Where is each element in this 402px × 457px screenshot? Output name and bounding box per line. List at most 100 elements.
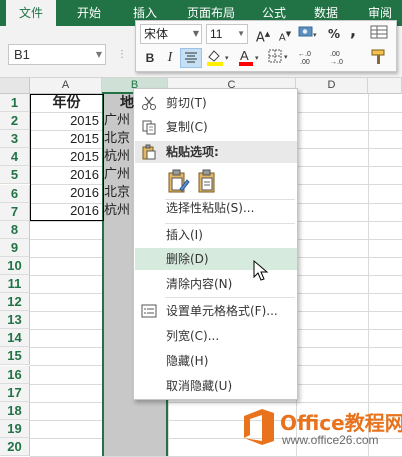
mini-toolbar: 宋体 ▼ 11 ▼ A▲ A▼ ▾ % , B I ▾ A ▾ ▾ ←.0.00 .0… [135,20,397,72]
row-header[interactable]: 6 [0,185,30,203]
borders-icon[interactable]: ▾ [266,48,294,68]
office-logo-icon [240,407,278,447]
menu-item-label: 隐藏(H) [166,354,209,368]
bold-button[interactable]: B [140,48,160,68]
currency-format-icon[interactable]: ▾ [296,24,322,44]
menu-item-clear-contents[interactable]: 清除内容(N) [135,273,297,295]
paste-formatting-icon[interactable] [166,169,190,195]
cell-year[interactable]: 2016 [31,184,102,202]
svg-text:▾: ▾ [255,54,259,62]
menu-item-label: 剪切(T) [166,96,207,110]
fill-color-icon[interactable]: ▾ [204,48,234,68]
column-header-e[interactable] [368,78,402,94]
name-box[interactable]: B1 [8,44,106,65]
tab-home[interactable]: 开始 [66,0,112,26]
menu-item-copy[interactable]: 复制(C) [135,116,297,138]
row-header[interactable]: 17 [0,384,30,402]
menu-item-label: 删除(D) [166,252,209,266]
menu-section-label: 粘贴选项: [166,145,219,159]
row-header[interactable]: 15 [0,347,30,365]
column-header-a[interactable]: A [30,78,102,94]
column-header-d[interactable]: D [296,78,368,94]
row-header[interactable]: 12 [0,293,30,311]
svg-text:A: A [240,48,249,63]
cell-year[interactable]: 2016 [31,166,102,184]
menu-item-label: 设置单元格格式(F)... [166,304,278,318]
row-header[interactable]: 14 [0,329,30,347]
menu-item-delete[interactable]: 删除(D) [135,248,297,270]
cell-region[interactable]: 广州 [104,166,132,184]
paste-icon [141,144,157,160]
percent-style-button[interactable]: % [324,24,344,44]
menu-item-label: 插入(I) [166,228,203,242]
watermark: Office教程网 www.office26.com [238,403,402,451]
row-header[interactable]: 2 [0,112,30,130]
row-header[interactable]: 1 [0,94,30,112]
tab-file[interactable]: 文件 [6,0,56,26]
menu-item-label: 取消隐藏(U) [166,379,233,393]
row-header[interactable]: 8 [0,221,30,239]
increase-decimal-icon[interactable]: ←.0.00 [296,48,326,68]
format-table-icon[interactable] [366,24,392,44]
row-header[interactable]: 19 [0,420,30,438]
cell-region[interactable]: 北京 [104,130,132,148]
cell-b1[interactable]: 地 [104,94,166,112]
italic-button[interactable]: I [161,48,179,68]
svg-text:.00: .00 [300,59,310,66]
menu-item-unhide[interactable]: 取消隐藏(U) [135,375,297,397]
row-header[interactable]: 7 [0,203,30,221]
row-header[interactable]: 18 [0,402,30,420]
row-header[interactable]: 16 [0,366,30,384]
svg-text:.00: .00 [330,51,340,58]
copy-icon [141,119,157,135]
cell-year[interactable]: 2016 [31,202,102,220]
row-header[interactable]: 10 [0,257,30,275]
center-align-icon[interactable] [180,48,202,68]
decrease-decimal-icon[interactable]: .00 →.0 [328,48,358,68]
cell-a1[interactable]: 年份 [31,94,102,112]
font-name-select[interactable]: 宋体 ▼ [140,24,202,44]
mouse-cursor-icon [253,259,269,282]
decrease-font-icon[interactable]: A▼ [275,24,295,44]
cell-region[interactable]: 杭州 [104,148,132,166]
svg-text:▾: ▾ [225,54,229,62]
comma-style-button[interactable]: , [344,23,362,44]
increase-font-icon[interactable]: A▲ [252,24,274,45]
row-header[interactable]: 3 [0,130,30,148]
select-all-corner[interactable] [0,78,30,94]
cell-year[interactable]: 2015 [31,112,102,130]
svg-text:→.0: →.0 [330,59,343,66]
menu-item-hide[interactable]: 隐藏(H) [135,350,297,372]
svg-text:▾: ▾ [284,53,288,61]
menu-section-paste-options: 粘贴选项: [135,141,297,163]
name-box-dropdown-icon[interactable]: ▼ [93,44,105,65]
svg-text:▾: ▾ [313,31,317,39]
row-header[interactable]: 20 [0,438,30,456]
menu-item-label: 列宽(C)... [166,329,220,343]
formula-bar-handle-icon: ⋮ [117,49,127,60]
row-header[interactable]: 9 [0,239,30,257]
paste-values-icon[interactable] [196,169,220,195]
cell-year[interactable]: 2015 [31,130,102,148]
menu-item-format-cells[interactable]: 设置单元格格式(F)... [135,300,297,322]
paste-option-row [135,167,297,197]
cell-year[interactable]: 2015 [31,148,102,166]
watermark-url: www.office26.com [282,433,379,447]
row-header[interactable]: 11 [0,275,30,293]
row-header[interactable]: 5 [0,166,30,184]
row-header[interactable]: 13 [0,311,30,329]
row-header[interactable]: 4 [0,148,30,166]
font-color-icon[interactable]: A ▾ [236,48,264,68]
format-painter-icon[interactable] [366,48,392,68]
menu-item-insert[interactable]: 插入(I) [135,224,297,246]
watermark-title: Office教程网 [280,411,402,435]
menu-item-paste-special[interactable]: 选择性粘贴(S)... [135,197,297,219]
menu-item-label: 复制(C) [166,120,208,134]
menu-item-label: 清除内容(N) [166,277,233,291]
font-size-select[interactable]: 11 ▼ [206,24,248,44]
cell-region[interactable]: 广州 [104,112,132,130]
cell-region[interactable]: 北京 [104,184,132,202]
menu-item-label: 选择性粘贴(S)... [166,201,255,215]
cell-region[interactable]: 杭州 [104,202,132,220]
menu-item-column-width[interactable]: 列宽(C)... [135,325,297,347]
